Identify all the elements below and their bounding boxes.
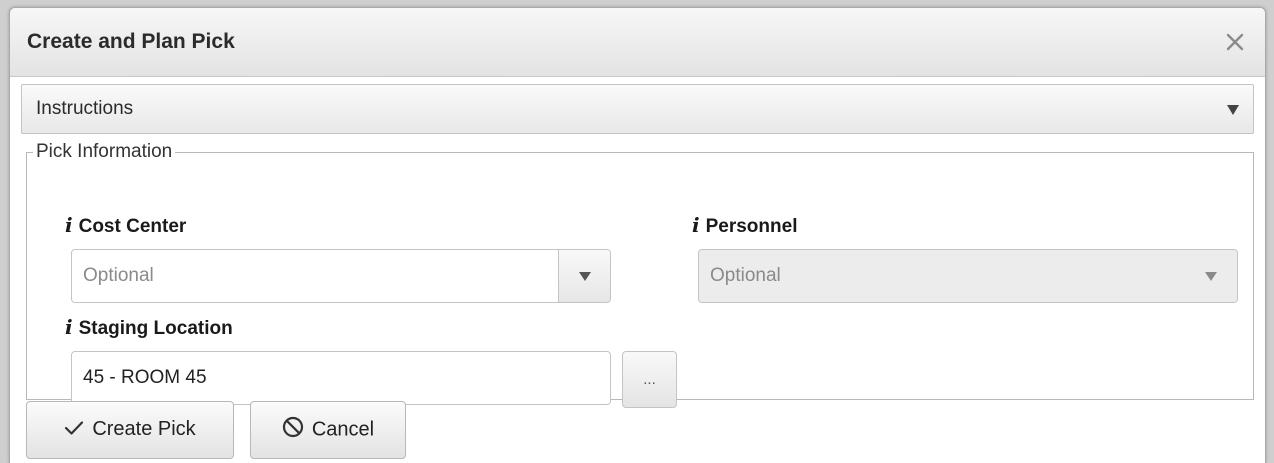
info-icon[interactable]: i bbox=[65, 315, 73, 339]
cost-center-label: i Cost Center bbox=[65, 213, 187, 237]
create-pick-button[interactable]: Create Pick bbox=[26, 401, 234, 459]
cancel-label: Cancel bbox=[311, 418, 375, 441]
dialog-title: Create and Plan Pick bbox=[27, 30, 235, 53]
personnel-placeholder: Optional bbox=[710, 265, 781, 286]
pick-information-legend: Pick Information bbox=[36, 141, 173, 162]
personnel-dropdown-button bbox=[1185, 250, 1237, 302]
staging-location-lookup-button[interactable]: ... bbox=[622, 351, 677, 408]
cost-center-select[interactable]: Optional bbox=[71, 249, 611, 303]
staging-location-label: i Staging Location bbox=[65, 315, 233, 339]
dialog-titlebar: Create and Plan Pick bbox=[10, 8, 1265, 77]
info-icon[interactable]: i bbox=[65, 213, 73, 237]
pick-information-group: Pick Information i Cost Center Optional i… bbox=[26, 141, 1254, 408]
close-icon[interactable] bbox=[1225, 32, 1245, 52]
instructions-label: Instructions bbox=[36, 98, 134, 119]
checkmark-icon bbox=[64, 419, 84, 442]
info-icon[interactable]: i bbox=[692, 213, 700, 237]
cancel-button[interactable]: Cancel bbox=[250, 401, 406, 459]
cost-center-dropdown-button[interactable] bbox=[558, 250, 610, 302]
staging-location-input[interactable] bbox=[71, 351, 611, 405]
personnel-label: i Personnel bbox=[692, 213, 798, 237]
instructions-accordion[interactable]: Instructions bbox=[21, 84, 1254, 134]
caret-down-icon bbox=[1205, 272, 1217, 281]
caret-down-icon bbox=[1227, 105, 1239, 115]
create-and-plan-pick-dialog: Create and Plan Pick Instructions Pick I… bbox=[9, 7, 1266, 463]
create-pick-label: Create Pick bbox=[92, 418, 196, 441]
cost-center-placeholder: Optional bbox=[83, 265, 154, 286]
prohibited-icon bbox=[282, 416, 304, 444]
personnel-select: Optional bbox=[698, 249, 1238, 303]
caret-down-icon bbox=[579, 272, 591, 281]
